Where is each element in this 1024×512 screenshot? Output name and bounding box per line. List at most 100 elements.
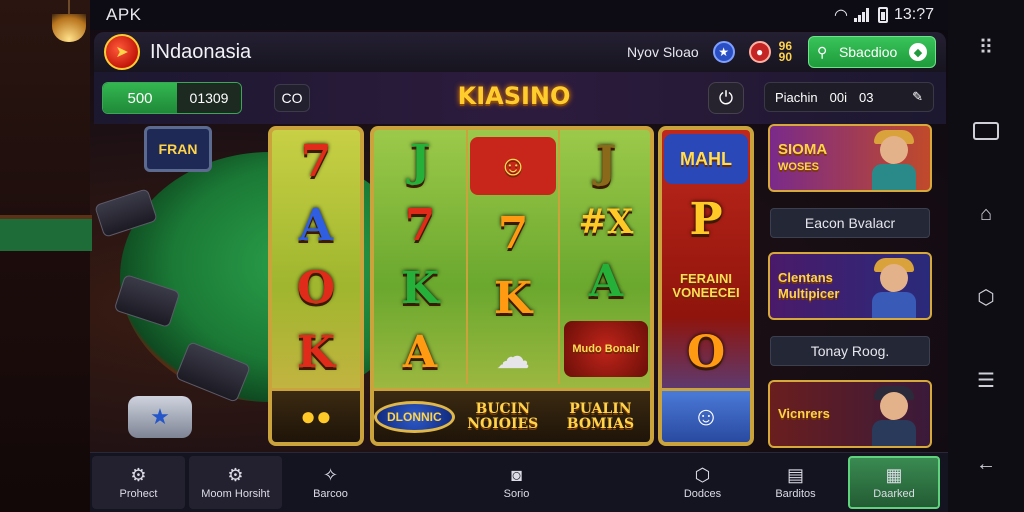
- nav-label: Barditos: [775, 487, 816, 500]
- promo-label[interactable]: Tonay Roog.: [770, 336, 930, 366]
- star-icon: ★: [150, 404, 170, 429]
- status-time: 13:?7: [893, 6, 934, 23]
- reel-1-symbols: 7 A O K: [272, 130, 360, 384]
- character-tile: ☺: [662, 388, 750, 442]
- sparkle-icon: ✧: [322, 464, 339, 485]
- nav-label: Dodces: [683, 487, 722, 500]
- power-button[interactable]: ⏻: [708, 82, 744, 114]
- reel-symbol: K: [493, 272, 533, 324]
- nav-label: Barcoo: [313, 487, 348, 500]
- back-button[interactable]: ←: [972, 453, 1000, 475]
- gear-icon: ⚙: [227, 464, 244, 485]
- bonus-label: PUALIN BOMIAS: [566, 400, 635, 432]
- nav-item-moom[interactable]: ⚙ Moom Horsiht: [189, 456, 282, 509]
- apps-grid-icon[interactable]: ⠿: [972, 37, 1000, 59]
- reel-5-top-tile: MAHL: [664, 134, 748, 184]
- nav-label: Moom Horsiht: [201, 487, 270, 500]
- bonus-strip: DLONNIC BUCIN NOIOIES PUALIN BOMIAS: [374, 388, 650, 442]
- status-app-label: APK: [106, 5, 142, 24]
- chest-icon: ▤: [786, 464, 804, 485]
- reel-symbol: 7: [300, 136, 332, 188]
- balance-widget[interactable]: 500 01309: [102, 82, 242, 114]
- edit-icon: ✎: [912, 89, 923, 104]
- search-icon: ⚲: [817, 43, 828, 60]
- co-button[interactable]: CO: [274, 84, 310, 112]
- promo-subtitle: WOSES: [778, 160, 819, 173]
- wifi-icon: ◠: [833, 7, 848, 24]
- coin-icon: ●●: [300, 401, 332, 431]
- status-icons: ◠ 13:?7: [834, 5, 934, 25]
- store-icon: ▦: [885, 464, 903, 485]
- balance-secondary: 01309: [177, 83, 241, 113]
- screen: FRAN ★ APK ◠ 13:?7 ➤ INdaonasia Nyov Slo…: [0, 0, 1024, 512]
- reel-symbol: A: [298, 199, 334, 251]
- coins-tile: ●●: [272, 388, 360, 442]
- promo-title-text: SIOMA: [778, 140, 828, 158]
- reel-symbol: K: [296, 326, 336, 378]
- reel-symbol: 7: [404, 199, 436, 251]
- status-bar: APK ◠ 13:?7: [90, 0, 948, 30]
- badge-bottom: 90: [778, 50, 792, 64]
- reel-column-5: MAHL P FERAINI VONEECEI O ☺: [658, 126, 754, 446]
- nav-item-dodces[interactable]: ⬡ Dodces: [656, 453, 749, 512]
- gear-icon: ⚙: [130, 464, 147, 485]
- reel-2-symbols: J 7 K A: [374, 130, 466, 384]
- menu-icon: ☰: [977, 370, 995, 393]
- promo-card-3[interactable]: Vicnrers: [768, 380, 932, 448]
- header-link[interactable]: Nyov Sloao: [627, 44, 699, 60]
- circle-button[interactable]: ⬡: [972, 287, 1000, 309]
- reel-symbol: A: [588, 256, 624, 307]
- hexagon-icon: ⬡: [694, 464, 711, 485]
- game-toolbar: 500 01309 CO KIASINO ⏻ Piachin 00i 03 ✎: [94, 72, 946, 124]
- signal-icon: [853, 8, 872, 22]
- reel-symbol: P: [689, 194, 723, 246]
- stats-bar[interactable]: Piachin 00i 03 ✎: [764, 82, 934, 112]
- app-logo[interactable]: ➤: [104, 34, 140, 70]
- character-image: [866, 256, 922, 318]
- bottom-nav: ⚙ Prohect ⚙ Moom Horsiht ✧ Barcoo ◙ Sori…: [90, 452, 948, 512]
- bonus-label: BUCIN NOIOIES: [467, 400, 539, 432]
- nav-item-sorio[interactable]: ◙ Sorio: [470, 453, 563, 512]
- promo-card-1[interactable]: SIOMA WOSES: [768, 124, 932, 192]
- reel-block-main: J 7 K A ☺ 7 K ☁ J #X A Mudo Bonalr DLONN…: [370, 126, 654, 446]
- nav-item-barditos[interactable]: ▤ Barditos: [749, 453, 842, 512]
- promo-card-2[interactable]: Clentans Multipicer: [768, 252, 932, 320]
- menu-button[interactable]: ☰: [972, 370, 1000, 392]
- nav-item-barcoo[interactable]: ✧ Barcoo: [284, 453, 377, 512]
- chevron-logo-icon: ➤: [115, 44, 129, 61]
- stat-value: 00i: [829, 89, 847, 105]
- hexagon-icon: ⬡: [977, 287, 995, 310]
- side-banner: FERAINI VONEECEI: [672, 270, 740, 300]
- bell-icon: ☁: [496, 338, 530, 377]
- reel-symbol: A: [402, 326, 438, 378]
- star-badge-icon[interactable]: ★: [712, 41, 735, 63]
- nav-item-daarked[interactable]: ▦ Daarked: [848, 456, 940, 509]
- home-button[interactable]: ⌂: [972, 203, 1000, 225]
- promo-label[interactable]: Eacon Bvalacr: [770, 208, 930, 238]
- avatar[interactable]: ●: [748, 41, 771, 63]
- side-table: [0, 215, 92, 251]
- promo-title: SIOMA WOSES: [778, 140, 828, 175]
- home-icon: ⌂: [979, 202, 993, 225]
- reel-3-symbols: ☺ 7 K ☁: [466, 130, 560, 384]
- leaf-icon: ◆: [909, 43, 927, 61]
- recents-button[interactable]: [972, 120, 1000, 142]
- reel-symbol: O: [686, 326, 726, 378]
- reel-5-symbols: P FERAINI VONEECEI O: [662, 188, 750, 384]
- nav-label: Prohect: [119, 487, 158, 500]
- nav-item-project[interactable]: ⚙ Prohect: [92, 456, 185, 509]
- app-name: INdaonasia: [150, 40, 252, 63]
- nav-label: Daarked: [873, 487, 915, 500]
- power-icon: ⏻: [718, 87, 734, 108]
- balance-primary: 500: [103, 83, 177, 113]
- gem-button[interactable]: ★: [128, 396, 192, 438]
- search-button[interactable]: ⚲ Sbacdioo ◆: [808, 36, 936, 68]
- camera-icon: ◙: [511, 464, 522, 485]
- back-arrow-icon: ←: [976, 452, 996, 475]
- promo-title: Clentans Multipicer: [778, 270, 840, 301]
- system-nav-bar: ⠿ ⌂ ⬡ ☰ ←: [948, 0, 1024, 512]
- game-title: KIASINO: [457, 82, 571, 110]
- character-icon: ☺: [498, 149, 528, 181]
